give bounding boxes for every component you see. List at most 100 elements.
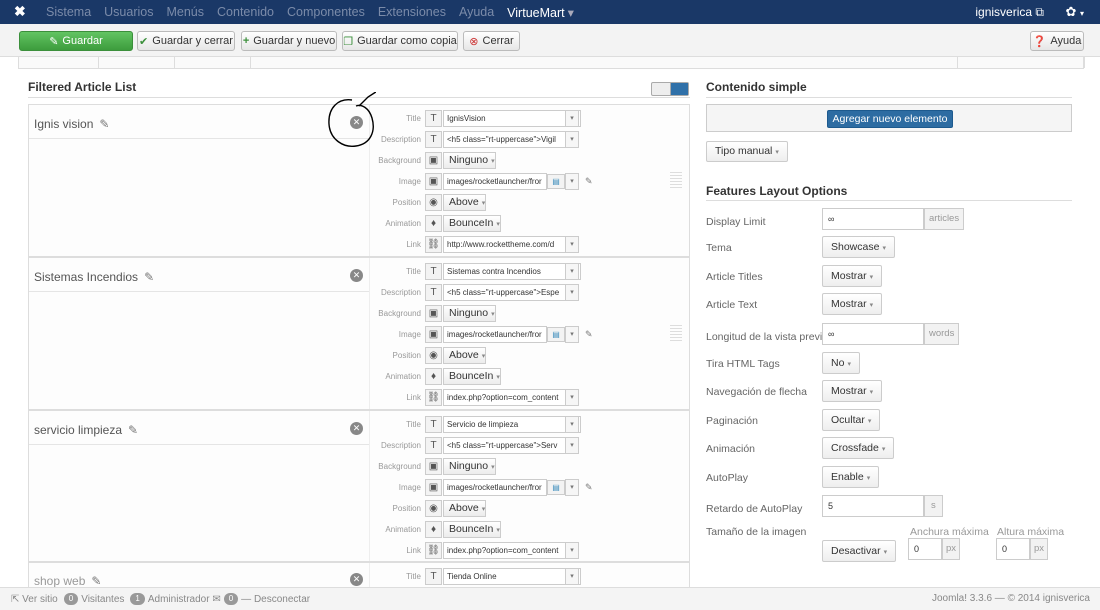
menu-contenido[interactable]: Contenido (217, 5, 274, 19)
title-input[interactable]: Servicio de limpieza (443, 416, 581, 433)
tab-2[interactable] (99, 57, 175, 68)
logout-link[interactable]: Desconectar (254, 594, 310, 605)
add-element-button[interactable]: Agregar nuevo elemento (827, 110, 953, 128)
list-view-icon[interactable] (652, 83, 671, 95)
tab-4[interactable] (957, 57, 1085, 68)
menu-componentes[interactable]: Componentes (287, 5, 365, 19)
animation-select[interactable]: BounceIn ▾ (443, 368, 501, 385)
view-toggle[interactable] (651, 82, 689, 96)
chevron-down-icon[interactable]: ▾ (565, 568, 579, 585)
position-select[interactable]: Above ▾ (443, 347, 487, 364)
option-article-titles: Article Titles Mostrar ▾ (706, 265, 1076, 289)
image-input[interactable]: images/rocketlauncher/fror (443, 479, 547, 496)
background-select[interactable]: Ninguno ▾ (443, 305, 496, 322)
detail-view-icon[interactable] (670, 83, 688, 95)
gear-icon[interactable]: ✿ ▾ (1065, 4, 1084, 20)
menu-ayuda[interactable]: Ayuda (459, 5, 494, 19)
link-input[interactable]: http://www.rockettheme.com/d (443, 236, 566, 253)
position-select[interactable]: Above ▾ (443, 194, 487, 211)
plus-icon: + (242, 35, 250, 47)
image-size-select[interactable]: Desactivar ▾ (822, 540, 897, 562)
link-input[interactable]: index.php?option=com_content (443, 389, 566, 406)
chevron-down-icon[interactable]: ▾ (565, 437, 579, 454)
menu-virtuemart[interactable]: VirtueMart ▾ (507, 5, 574, 20)
close-button[interactable]: ⊗ Cerrar (463, 31, 520, 51)
tab-3[interactable] (175, 57, 251, 68)
max-height-input[interactable]: 0 (996, 538, 1030, 560)
title-input[interactable]: Tienda Online (443, 568, 581, 585)
admin-label: Administrador (147, 593, 210, 605)
chevron-down-icon[interactable]: ▾ (565, 416, 579, 433)
field-label: Description (380, 135, 421, 144)
description-input[interactable]: <h5 class="rt-uppercase">Espe (443, 284, 566, 301)
image-input[interactable]: images/rocketlauncher/fror (443, 326, 547, 343)
drag-handle-icon[interactable] (670, 325, 682, 341)
autoplay-delay-input[interactable]: 5 (822, 495, 924, 517)
user-menu[interactable]: ignisverica ⧉ (975, 5, 1044, 20)
media-picker-icon[interactable]: ▤ (547, 480, 565, 495)
media-picker-icon[interactable]: ▤ (547, 174, 565, 189)
menu-menus[interactable]: Menús (166, 5, 204, 19)
position-select[interactable]: Above ▾ (443, 500, 487, 517)
help-button[interactable]: ❓ Ayuda (1030, 31, 1084, 51)
save-close-button[interactable]: ✔ Guardar y cerrar (137, 31, 235, 51)
chevron-down-icon[interactable]: ▾ (565, 284, 579, 301)
chevron-down-icon[interactable]: ▾ (565, 131, 579, 148)
save-new-button[interactable]: + Guardar y nuevo (241, 31, 337, 51)
chevron-down-icon: ▾ (491, 464, 495, 471)
chevron-down-icon: ▾ (847, 361, 851, 368)
field-position: Position ◉ Above ▾ (29, 192, 691, 213)
background-select[interactable]: Ninguno ▾ (443, 458, 496, 475)
field-label: Animation (385, 219, 421, 228)
tab-1[interactable] (19, 57, 99, 68)
chevron-down-icon[interactable]: ▾ (565, 542, 579, 559)
chevron-down-icon[interactable]: ▾ (565, 110, 579, 127)
messages-badge[interactable]: 0 (223, 593, 239, 605)
chevron-down-icon[interactable]: ▾ (565, 479, 579, 496)
title-input[interactable]: Sistemas contra Incendios (443, 263, 581, 280)
display-limit-input[interactable]: ∞ (822, 208, 924, 230)
chevron-down-icon[interactable]: ▾ (565, 236, 579, 253)
preview-length-input[interactable]: ∞ (822, 323, 924, 345)
pagination-select[interactable]: Ocultar ▾ (822, 409, 881, 431)
description-input[interactable]: <h5 class="rt-uppercase">Vigil (443, 131, 566, 148)
tema-select[interactable]: Showcase ▾ (822, 236, 895, 258)
title-input[interactable]: IgnisVision (443, 110, 581, 127)
edit-icon[interactable]: ✎ (585, 176, 593, 187)
chevron-down-icon[interactable]: ▾ (565, 173, 579, 190)
save-copy-button[interactable]: ❐ Guardar como copia (342, 31, 458, 51)
background-select[interactable]: Ninguno ▾ (443, 152, 496, 169)
article-titles-select[interactable]: Mostrar ▾ (822, 265, 883, 287)
image-input[interactable]: images/rocketlauncher/fror (443, 173, 547, 190)
strip-html-select[interactable]: No ▾ (822, 352, 860, 374)
description-input[interactable]: <h5 class="rt-uppercase">Serv (443, 437, 566, 454)
edit-icon[interactable]: ✎ (585, 329, 593, 340)
close-label: Cerrar (482, 35, 514, 47)
manual-type-dropdown[interactable]: Tipo manual ▾ (706, 141, 788, 162)
link-input[interactable]: index.php?option=com_content (443, 542, 566, 559)
menu-sistema[interactable]: Sistema (46, 5, 91, 19)
chevron-down-icon[interactable]: ▾ (565, 389, 579, 406)
chevron-down-icon[interactable]: ▾ (565, 263, 579, 280)
save-button[interactable]: ✎ Guardar (19, 31, 133, 51)
animation-select[interactable]: BounceIn ▾ (443, 521, 501, 538)
max-width-input[interactable]: 0 (908, 538, 942, 560)
drag-handle-icon[interactable] (670, 172, 682, 188)
image-size-row: Desactivar ▾ 0 px 0 px (706, 538, 1076, 562)
visitors-label: Visitantes (81, 593, 125, 605)
tab-strip (18, 57, 1085, 69)
animation-select[interactable]: BounceIn ▾ (443, 215, 501, 232)
media-picker-icon[interactable]: ▤ (547, 327, 565, 342)
arrow-nav-select[interactable]: Mostrar ▾ (822, 380, 883, 402)
field-title: Title T Servicio de limpieza ▾ (29, 414, 691, 435)
menu-extensiones[interactable]: Extensiones (378, 5, 446, 19)
menu-usuarios[interactable]: Usuarios (104, 5, 153, 19)
article-text-select[interactable]: Mostrar ▾ (822, 293, 883, 315)
animation-select[interactable]: Crossfade ▾ (822, 437, 895, 459)
chevron-down-icon[interactable]: ▾ (565, 326, 579, 343)
edit-icon[interactable]: ✎ (585, 482, 593, 493)
option-label: AutoPlay (706, 472, 749, 484)
autoplay-select[interactable]: Enable ▾ (822, 466, 880, 488)
joomla-logo-icon[interactable]: ✖ (14, 3, 32, 21)
view-site-link[interactable]: Ver sitio (22, 594, 58, 605)
